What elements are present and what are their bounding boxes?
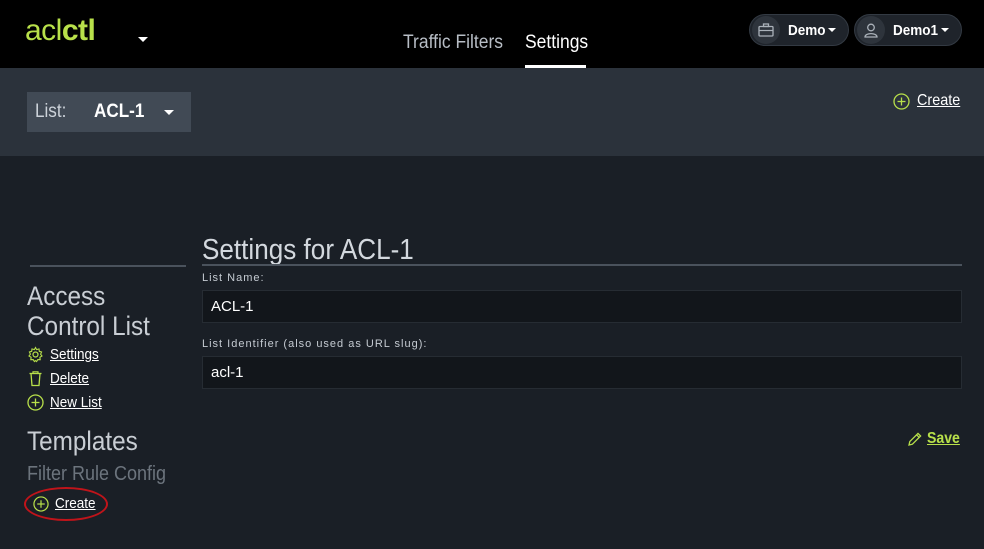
- save-button[interactable]: Save: [907, 430, 964, 448]
- list-name-field[interactable]: [202, 290, 962, 323]
- briefcase-icon: [752, 16, 780, 44]
- sidebar-heading-acl-line2: Control List: [27, 311, 150, 341]
- sidebar-item-delete[interactable]: Delete: [27, 370, 93, 387]
- pencil-icon: [908, 432, 922, 446]
- sidebar-item-label: New List: [50, 394, 102, 411]
- sidebar-divider: [30, 265, 186, 267]
- list-selector[interactable]: List: ACL-1: [27, 92, 191, 132]
- list-identifier-label: List Identifier (also used as URL slug):: [202, 338, 428, 350]
- list-name-label: List Name:: [202, 272, 265, 284]
- sidebar-item-settings[interactable]: Settings: [27, 346, 104, 363]
- page-title: Settings for ACL-1: [202, 234, 414, 266]
- sidebar-heading-templates: Templates: [27, 426, 138, 456]
- sidebar-item-label: Delete: [50, 370, 90, 387]
- top-navbar: aclctl Traffic Filters Settings Demo Dem…: [0, 0, 984, 68]
- chevron-down-icon[interactable]: [138, 37, 148, 42]
- sidebar-item-label: Settings: [50, 346, 99, 363]
- user-icon: [857, 16, 885, 44]
- org-menu-label: Demo: [788, 21, 826, 39]
- gear-icon: [28, 346, 43, 363]
- sidebar-item-label: Create: [55, 495, 96, 512]
- create-list-link[interactable]: Create: [893, 92, 965, 110]
- logo-text-light: acl: [25, 14, 62, 47]
- sidebar-item-create-template[interactable]: Create: [33, 495, 100, 512]
- list-selector-label: List:: [35, 101, 67, 122]
- list-toolbar: List: ACL-1 Create: [0, 68, 984, 156]
- sidebar-subheading-filter-rule-config: Filter Rule Config: [27, 463, 167, 485]
- save-label: Save: [927, 430, 960, 447]
- chevron-down-icon: [941, 28, 950, 32]
- user-menu-button[interactable]: Demo1: [854, 14, 962, 46]
- create-list-label: Create: [917, 92, 961, 109]
- logo-text-bold: ctl: [61, 14, 96, 47]
- plus-circle-icon: [27, 394, 44, 411]
- app-logo[interactable]: aclctl: [25, 14, 96, 48]
- list-identifier-field[interactable]: [202, 356, 962, 389]
- trash-icon: [29, 371, 42, 387]
- chevron-down-icon: [827, 28, 836, 32]
- user-menu-label: Demo1: [893, 21, 939, 39]
- list-selector-value: ACL-1: [94, 101, 145, 122]
- plus-circle-icon: [893, 92, 910, 110]
- sidebar-item-new-list[interactable]: New List: [27, 394, 108, 411]
- org-menu-button[interactable]: Demo: [749, 14, 849, 46]
- sidebar-heading-acl: Access: [27, 281, 106, 311]
- tab-traffic-filters[interactable]: Traffic Filters: [403, 32, 503, 54]
- chevron-down-icon: [164, 110, 174, 115]
- plus-circle-icon: [33, 495, 49, 512]
- title-divider: [202, 264, 962, 266]
- tab-settings[interactable]: Settings: [525, 32, 588, 54]
